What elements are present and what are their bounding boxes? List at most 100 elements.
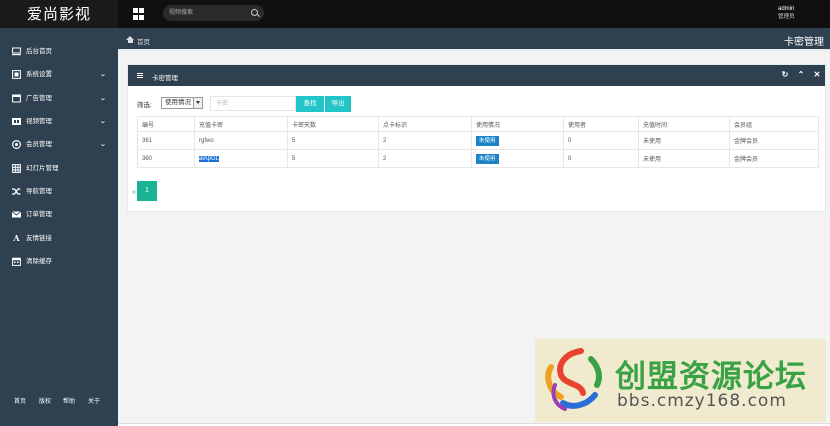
card-search-input[interactable] [210,96,296,111]
video-icon [12,117,21,126]
dropdown-arrow-icon [193,98,202,108]
watermark-title: 创盟资源论坛 [615,359,807,395]
breadcrumb-home[interactable]: 首页 [137,36,150,46]
card-table: 编号 充值卡密 卡密天数 点卡标识 使用情况 使用者 充值时间 会员组 361 … [137,116,819,168]
sidebar-item-label: 后台首页 [26,48,52,55]
watermark-logo [545,348,602,411]
monitor-icon [12,47,21,56]
search-input[interactable] [169,7,245,19]
cell-id: 361 [137,131,195,150]
panel-header: 卡密管理 ↻ ⌃ ✕ [128,65,825,86]
sidebar-item-orders[interactable]: 订单管理 [0,206,118,224]
cell-group: 金牌会员 [729,131,819,150]
calendar-icon [12,257,21,266]
col-header: 充值卡密 [194,116,288,132]
cell-card: alApGL [194,149,288,168]
sidebar-item-dashboard[interactable]: 后台首页 [0,43,118,61]
col-header: 点卡标识 [378,116,472,132]
status-badge: 未使用 [476,153,499,164]
export-button[interactable]: 导出 [325,96,351,112]
cell-status: 未使用 [471,131,564,150]
app-logo[interactable]: 爱尚影视 [0,0,118,28]
ad-icon [12,94,21,103]
sidebar-item-label: 友情链接 [26,235,52,242]
footer-link-home[interactable]: 首页 [14,396,26,405]
chevron-down-icon: ⌄ [99,118,107,125]
watermark-url: bbs.cmzy168.com [617,391,787,411]
settings-icon [12,70,21,79]
sidebar-item-label: 导航管理 [26,188,52,195]
cell-group: 金牌会员 [729,149,819,168]
col-header: 使用情况 [471,116,564,132]
chevron-down-icon: ⌄ [99,141,107,148]
card-management-panel: 卡密管理 ↻ ⌃ ✕ 筛选: 使用情况 查找 导出 编号 充值卡密 卡密天数 点… [127,64,826,212]
sidebar-item-ads[interactable]: 广告管理 ⌄ [0,90,118,108]
status-badge: 未使用 [476,135,499,146]
close-icon[interactable]: ✕ [812,69,822,81]
chevron-down-icon: ⌄ [99,71,107,78]
cell-user: 0 [563,149,639,168]
sidebar-item-members[interactable]: 会员管理 ⌄ [0,136,118,154]
footer-link-help[interactable]: 帮助 [63,396,75,405]
slides-icon [12,164,21,173]
sidebar-item-slides[interactable]: 幻灯片管理 [0,160,118,178]
breadcrumb-bar: 首页 卡密管理 [118,28,830,51]
sidebar-item-label: 视频管理 [26,118,52,125]
home-icon[interactable] [126,36,134,43]
sidebar-item-clear-cache[interactable]: 清除缓存 [0,253,118,271]
top-navbar: 爱尚影视 admin 管理员 [0,0,830,28]
shuffle-icon [12,187,21,196]
search-button[interactable]: 查找 [296,96,324,112]
col-header: 充值时间 [638,116,730,132]
sidebar-item-label: 清除缓存 [26,258,52,265]
watermark: 创盟资源论坛 bbs.cmzy168.com [535,339,826,422]
search-icon[interactable] [251,9,258,16]
col-header: 编号 [137,116,195,132]
col-header: 使用者 [563,116,639,132]
col-header: 会员组 [729,116,819,132]
cell-status: 未使用 [471,149,564,168]
sidebar-item-system-settings[interactable]: 系统设置 ⌄ [0,66,118,84]
cell-flag: 2 [378,131,472,150]
search-box [163,5,264,21]
cell-days: 5 [287,131,379,150]
page-title: 卡密管理 [784,37,824,48]
user-role: 管理员 [778,14,795,20]
status-select[interactable]: 使用情况 [161,97,203,109]
sidebar-item-links[interactable]: A 友情链接 [0,230,118,248]
panel-title: 卡密管理 [152,75,178,82]
refresh-icon[interactable]: ↻ [780,69,790,81]
collapse-icon[interactable]: ⌃ [796,69,806,81]
table-row: 361 rgfwo 5 2 未使用 0 未使用 金牌会员 [137,131,819,150]
member-icon [11,139,22,150]
sidebar-item-navigation[interactable]: 导航管理 [0,183,118,201]
user-name: admin [778,6,795,12]
pagination-page-current[interactable]: 1 [137,181,157,201]
table-header-row: 编号 充值卡密 卡密天数 点卡标识 使用情况 使用者 充值时间 会员组 [137,116,819,132]
sidebar-item-label: 系统设置 [26,71,52,78]
menu-toggle-icon[interactable] [133,8,145,20]
cell-card: rgfwo [194,131,288,150]
footer-link-about[interactable]: 关于 [88,396,100,405]
sidebar-item-label: 广告管理 [26,95,52,102]
selected-card-text[interactable]: alApGL [199,155,220,162]
sidebar: 后台首页 系统设置 ⌄ 广告管理 ⌄ 视频管理 ⌄ 会员管理 ⌄ 幻灯片管理 导… [0,28,118,426]
footer-link-copyright[interactable]: 版权 [39,396,51,405]
cell-days: 5 [287,149,379,168]
chevron-down-icon: ⌄ [99,95,107,102]
filter-label: 筛选: [137,102,152,109]
sidebar-item-videos[interactable]: 视频管理 ⌄ [0,113,118,131]
pagination-prev[interactable]: « [132,189,136,196]
list-icon [137,73,143,78]
sidebar-item-label: 订单管理 [26,211,52,218]
font-icon: A [13,233,20,243]
table-row: 360 alApGL 5 2 未使用 0 未使用 金牌会员 [137,149,819,168]
cell-id: 360 [137,149,195,168]
status-select-value: 使用情况 [165,99,191,106]
user-menu[interactable]: admin 管理员 [778,5,795,21]
cell-flag: 2 [378,149,472,168]
cell-time: 未使用 [638,149,730,168]
sidebar-item-label: 会员管理 [26,141,52,148]
cell-time: 未使用 [638,131,730,150]
sidebar-item-label: 幻灯片管理 [26,165,59,172]
